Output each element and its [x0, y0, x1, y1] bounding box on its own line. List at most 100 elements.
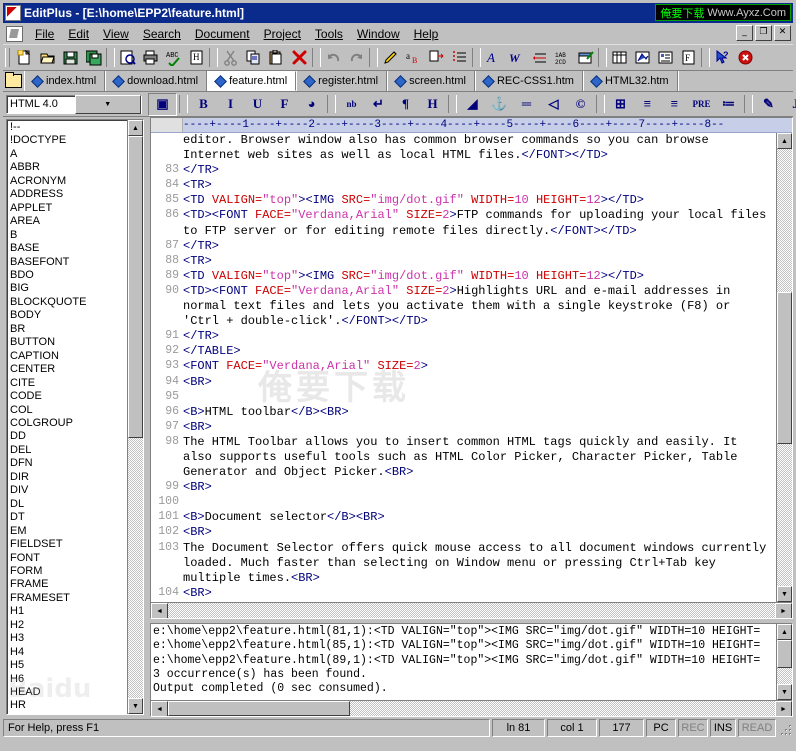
form-icon[interactable]: ✎: [755, 94, 782, 115]
document-tab-screen-html[interactable]: screen.html: [387, 71, 475, 91]
tab-folder-button[interactable]: [3, 71, 24, 91]
cut-icon[interactable]: [219, 47, 242, 69]
code-line[interactable]: normal text files and lets you activate …: [151, 299, 776, 314]
scroll-up-icon[interactable]: ▲: [128, 120, 143, 136]
menu-search[interactable]: Search: [136, 25, 188, 43]
scroll-down-icon[interactable]: ▼: [128, 698, 143, 714]
code-line[interactable]: Internet web sites as well as local HTML…: [151, 148, 776, 163]
resize-grip-icon[interactable]: [778, 719, 793, 737]
scroll-track[interactable]: [128, 438, 143, 698]
tag-list-item[interactable]: FRAMESET: [10, 592, 127, 605]
document-tab-rec-css1-htm[interactable]: REC-CSS1.htm: [475, 71, 583, 91]
tag-list-item[interactable]: B: [10, 229, 127, 242]
output-panel[interactable]: e:\home\epp2\feature.html(81,1):<TD VALI…: [150, 623, 793, 717]
tag-list-item[interactable]: HEAD: [10, 686, 127, 699]
code-line[interactable]: 83</TR>: [151, 163, 776, 178]
code-line[interactable]: 88<TR>: [151, 254, 776, 269]
menu-project[interactable]: Project: [257, 25, 308, 43]
code-line[interactable]: 89<TD VALIGN="top"><IMG SRC="img/dot.gif…: [151, 269, 776, 284]
tag-list-item[interactable]: BIG: [10, 282, 127, 295]
tag-list-item[interactable]: CAPTION: [10, 350, 127, 363]
italic-icon[interactable]: I: [217, 94, 244, 115]
code-line[interactable]: 90<TD><FONT FACE="Verdana,Arial" SIZE=2>…: [151, 284, 776, 299]
tag-list-item[interactable]: COLGROUP: [10, 417, 127, 430]
new-file-icon[interactable]: [13, 47, 36, 69]
code-line[interactable]: 'Ctrl + double-click'.</FONT></TD>: [151, 314, 776, 329]
image-icon[interactable]: ◢: [459, 94, 486, 115]
output-scroll-thumb[interactable]: [777, 640, 792, 668]
tag-list-item[interactable]: H2: [10, 619, 127, 632]
document-tab-register-html[interactable]: register.html: [296, 71, 387, 91]
tag-list-item[interactable]: ABBR: [10, 161, 127, 174]
output-horizontal-scrollbar[interactable]: ◄ ►: [151, 700, 792, 716]
tag-list-item[interactable]: DIV: [10, 484, 127, 497]
tag-list-item[interactable]: BASEFONT: [10, 256, 127, 269]
tag-list-item[interactable]: H3: [10, 632, 127, 645]
editor-hscroll-track[interactable]: [168, 603, 775, 618]
menu-document[interactable]: Document: [188, 25, 257, 43]
redo-icon[interactable]: [345, 47, 368, 69]
help-pointer-icon[interactable]: ?: [711, 47, 734, 69]
color-picker-icon[interactable]: ◕: [298, 94, 325, 115]
document-tab-download-html[interactable]: download.html: [105, 71, 207, 91]
tag-list-item[interactable]: BR: [10, 323, 127, 336]
tag-list-item[interactable]: BDO: [10, 269, 127, 282]
code-line[interactable]: 92</TABLE>: [151, 344, 776, 359]
code-line[interactable]: 91</TR>: [151, 329, 776, 344]
copy-icon[interactable]: [242, 47, 265, 69]
close-doc-icon[interactable]: [734, 47, 757, 69]
bold-icon[interactable]: B: [190, 94, 217, 115]
tag-list-item[interactable]: DFN: [10, 457, 127, 470]
tag-list-item[interactable]: COL: [10, 404, 127, 417]
tag-list-item[interactable]: DD: [10, 430, 127, 443]
tag-list-item[interactable]: H6: [10, 673, 127, 686]
tag-list-item[interactable]: FORM: [10, 565, 127, 578]
tag-list-item[interactable]: CODE: [10, 390, 127, 403]
tag-list-item[interactable]: BODY: [10, 309, 127, 322]
align-right-icon[interactable]: ≡: [661, 94, 688, 115]
page-setup-icon[interactable]: H: [185, 47, 208, 69]
menu-window[interactable]: Window: [350, 25, 407, 43]
anchor-icon[interactable]: ⚓: [486, 94, 513, 115]
code-line[interactable]: 87</TR>: [151, 239, 776, 254]
scroll-thumb[interactable]: [128, 136, 143, 438]
paragraph-icon[interactable]: ¶: [392, 94, 419, 115]
indent-icon[interactable]: [425, 47, 448, 69]
font-icon[interactable]: A: [482, 47, 505, 69]
chevron-down-icon[interactable]: ▼: [75, 95, 142, 114]
properties-icon[interactable]: [654, 47, 677, 69]
tag-list-item[interactable]: DIR: [10, 471, 127, 484]
preformatted-icon[interactable]: PRE: [688, 94, 715, 115]
menu-help[interactable]: Help: [407, 25, 446, 43]
tag-list-item[interactable]: FIELDSET: [10, 538, 127, 551]
list-icon[interactable]: [448, 47, 471, 69]
menu-file[interactable]: File: [28, 25, 61, 43]
browser-preview-icon[interactable]: [574, 47, 597, 69]
code-line[interactable]: 86<TD><FONT FACE="Verdana,Arial" SIZE=2>…: [151, 208, 776, 223]
font-icon[interactable]: F: [271, 94, 298, 115]
underline-icon[interactable]: U: [244, 94, 271, 115]
output-scroll-up-icon[interactable]: ▲: [777, 624, 792, 640]
tag-list-scrollbar[interactable]: ▲ ▼: [127, 120, 143, 714]
spell-check-icon[interactable]: ABC: [162, 47, 185, 69]
document-tab-html32-htm[interactable]: HTML32.htm: [583, 71, 678, 91]
line-break-icon[interactable]: ↵: [365, 94, 392, 115]
output-scroll-down-icon[interactable]: ▼: [777, 684, 792, 700]
tag-list-item[interactable]: FONT: [10, 552, 127, 565]
output-scroll-track[interactable]: [777, 668, 792, 684]
close-button[interactable]: ✕: [774, 25, 791, 41]
tag-list-item[interactable]: APPLET: [10, 202, 127, 215]
table-icon[interactable]: ⊞: [607, 94, 634, 115]
document-tab-feature-html[interactable]: feature.html: [207, 71, 296, 91]
line-numbers-icon[interactable]: [528, 47, 551, 69]
code-line[interactable]: 104<BR>: [151, 586, 776, 601]
output-hscroll-track[interactable]: [350, 701, 775, 716]
align-center-icon[interactable]: ≡: [634, 94, 661, 115]
tag-list-item[interactable]: BLOCKQUOTE: [10, 296, 127, 309]
code-line[interactable]: 103The Document Selector offers quick mo…: [151, 541, 776, 556]
code-line[interactable]: editor. Browser window also has common b…: [151, 133, 776, 148]
editor-scroll-right-icon[interactable]: ►: [775, 603, 792, 619]
code-line[interactable]: loaded. Much faster than selecting on Wi…: [151, 556, 776, 571]
tag-list-item[interactable]: BUTTON: [10, 336, 127, 349]
tag-list-item[interactable]: !DOCTYPE: [10, 134, 127, 147]
